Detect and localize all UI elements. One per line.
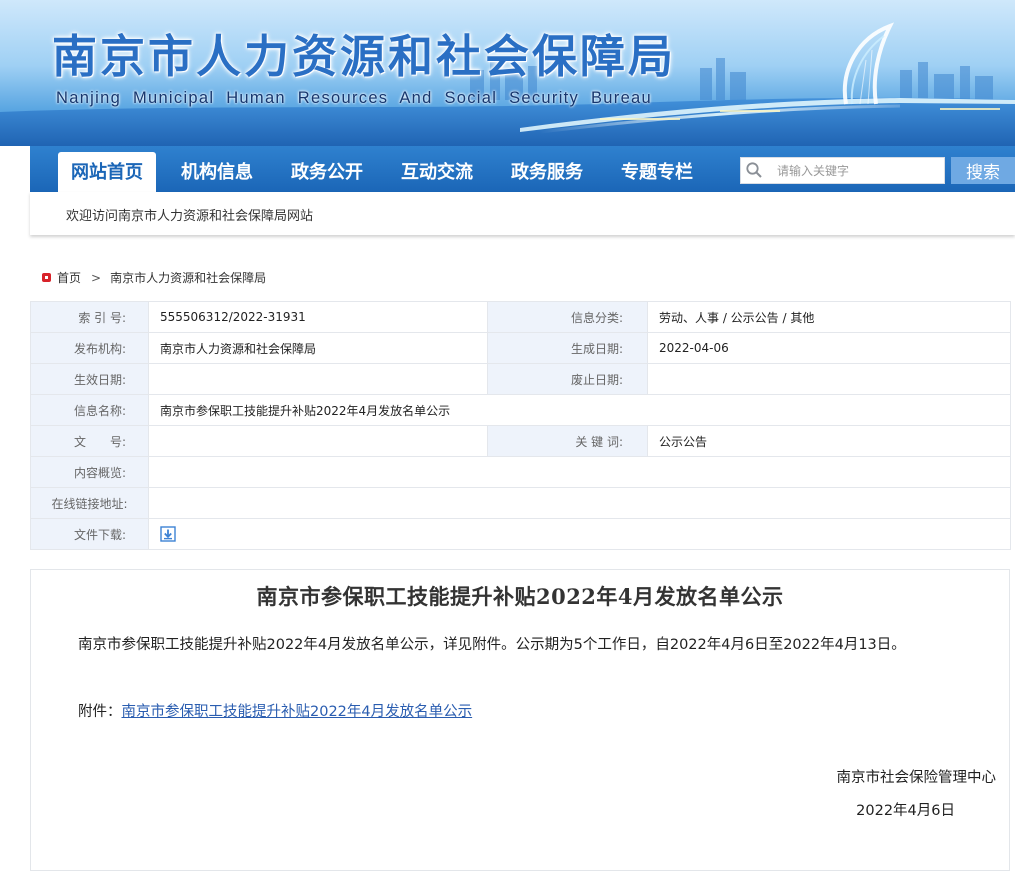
home-icon [42,273,51,282]
table-row: 文件下载: [30,518,1011,550]
article-panel: 南京市参保职工技能提升补贴2022年4月发放名单公示 南京市参保职工技能提升补贴… [30,569,1010,871]
document-number-value [148,425,488,457]
category-label: 信息分类: [487,301,648,333]
publisher-value: 南京市人力资源和社会保障局 [148,332,488,364]
summary-label: 内容概览: [30,456,149,488]
online-link-label: 在线链接地址: [30,487,149,519]
nav-item-interaction[interactable]: 互动交流 [388,146,486,192]
nav-item-institution-info[interactable]: 机构信息 [168,146,266,192]
breadcrumb: 首页 > 南京市人力资源和社会保障局 [42,269,266,286]
download-icon[interactable] [160,526,176,542]
document-number-label: 文 号: [30,425,149,457]
file-download-cell [148,518,1011,550]
site-banner: 南京市人力资源和社会保障局 Nanjing Municipal Human Re… [0,0,1015,146]
attachment-label: 附件： [78,704,122,720]
expiry-date-value [647,363,1011,395]
info-name-value: 南京市参保职工技能提升补贴2022年4月发放名单公示 [148,394,1011,426]
effective-date-label: 生效日期: [30,363,149,395]
online-link-value [148,487,1011,519]
breadcrumb-home-link[interactable]: 首页 [57,271,81,285]
summary-value [148,456,1011,488]
search-button[interactable]: 搜索 [951,157,1015,184]
index-value: 555506312/2022-31931 [148,301,488,333]
created-date-value: 2022-04-06 [647,332,1011,364]
site-title: 南京市人力资源和社会保障局 [52,30,677,83]
attachment-link[interactable]: 南京市参保职工技能提升补贴2022年4月发放名单公示 [122,704,473,720]
table-row: 信息名称: 南京市参保职工技能提升补贴2022年4月发放名单公示 [30,394,1011,426]
breadcrumb-separator: > [91,271,102,285]
attachment-line: 附件：南京市参保职工技能提升补贴2022年4月发放名单公示 [78,700,472,721]
signature-date: 2022年4月6日 [856,803,955,819]
nav-item-government-affairs[interactable]: 政务公开 [278,146,376,192]
search-input[interactable] [777,158,942,183]
effective-date-value [148,363,488,395]
signature-organization: 南京市社会保险管理中心 [836,770,997,786]
publisher-label: 发布机构: [30,332,149,364]
welcome-text: 欢迎访问南京市人力资源和社会保障局网站 [66,209,314,224]
nav-item-special-topics[interactable]: 专题专栏 [608,146,706,192]
article-body: 南京市参保职工技能提升补贴2022年4月发放名单公示，详见附件。公示期为5个工作… [78,637,906,653]
index-label: 索 引 号: [30,301,149,333]
created-date-label: 生成日期: [487,332,648,364]
article-title: 南京市参保职工技能提升补贴2022年4月发放名单公示 [256,584,784,609]
table-row: 在线链接地址: [30,487,1011,519]
table-row: 索 引 号: 555506312/2022-31931 信息分类: 劳动、人事 … [30,301,1011,333]
expiry-date-label: 废止日期: [487,363,648,395]
document-info-table: 索 引 号: 555506312/2022-31931 信息分类: 劳动、人事 … [30,301,1011,550]
table-row: 文 号: 关 键 词: 公示公告 [30,425,1011,457]
table-row: 发布机构: 南京市人力资源和社会保障局 生成日期: 2022-04-06 [30,332,1011,364]
file-download-label: 文件下载: [30,518,149,550]
keywords-label: 关 键 词: [487,425,648,457]
welcome-bar: 欢迎访问南京市人力资源和社会保障局网站 [30,192,1015,235]
site-subtitle: Nanjing Municipal Human Resources And So… [56,89,652,107]
search-box [740,157,945,184]
info-name-label: 信息名称: [30,394,149,426]
breadcrumb-current[interactable]: 南京市人力资源和社会保障局 [110,271,266,285]
table-row: 内容概览: [30,456,1011,488]
keywords-value: 公示公告 [647,425,1011,457]
table-row: 生效日期: 废止日期: [30,363,1011,395]
nav-item-home[interactable]: 网站首页 [58,152,156,192]
nav-item-government-services[interactable]: 政务服务 [498,146,596,192]
category-value: 劳动、人事 / 公示公告 / 其他 [647,301,1011,333]
search-icon [746,162,762,178]
main-nav: 网站首页 机构信息 政务公开 互动交流 政务服务 专题专栏 搜索 [30,146,1015,192]
